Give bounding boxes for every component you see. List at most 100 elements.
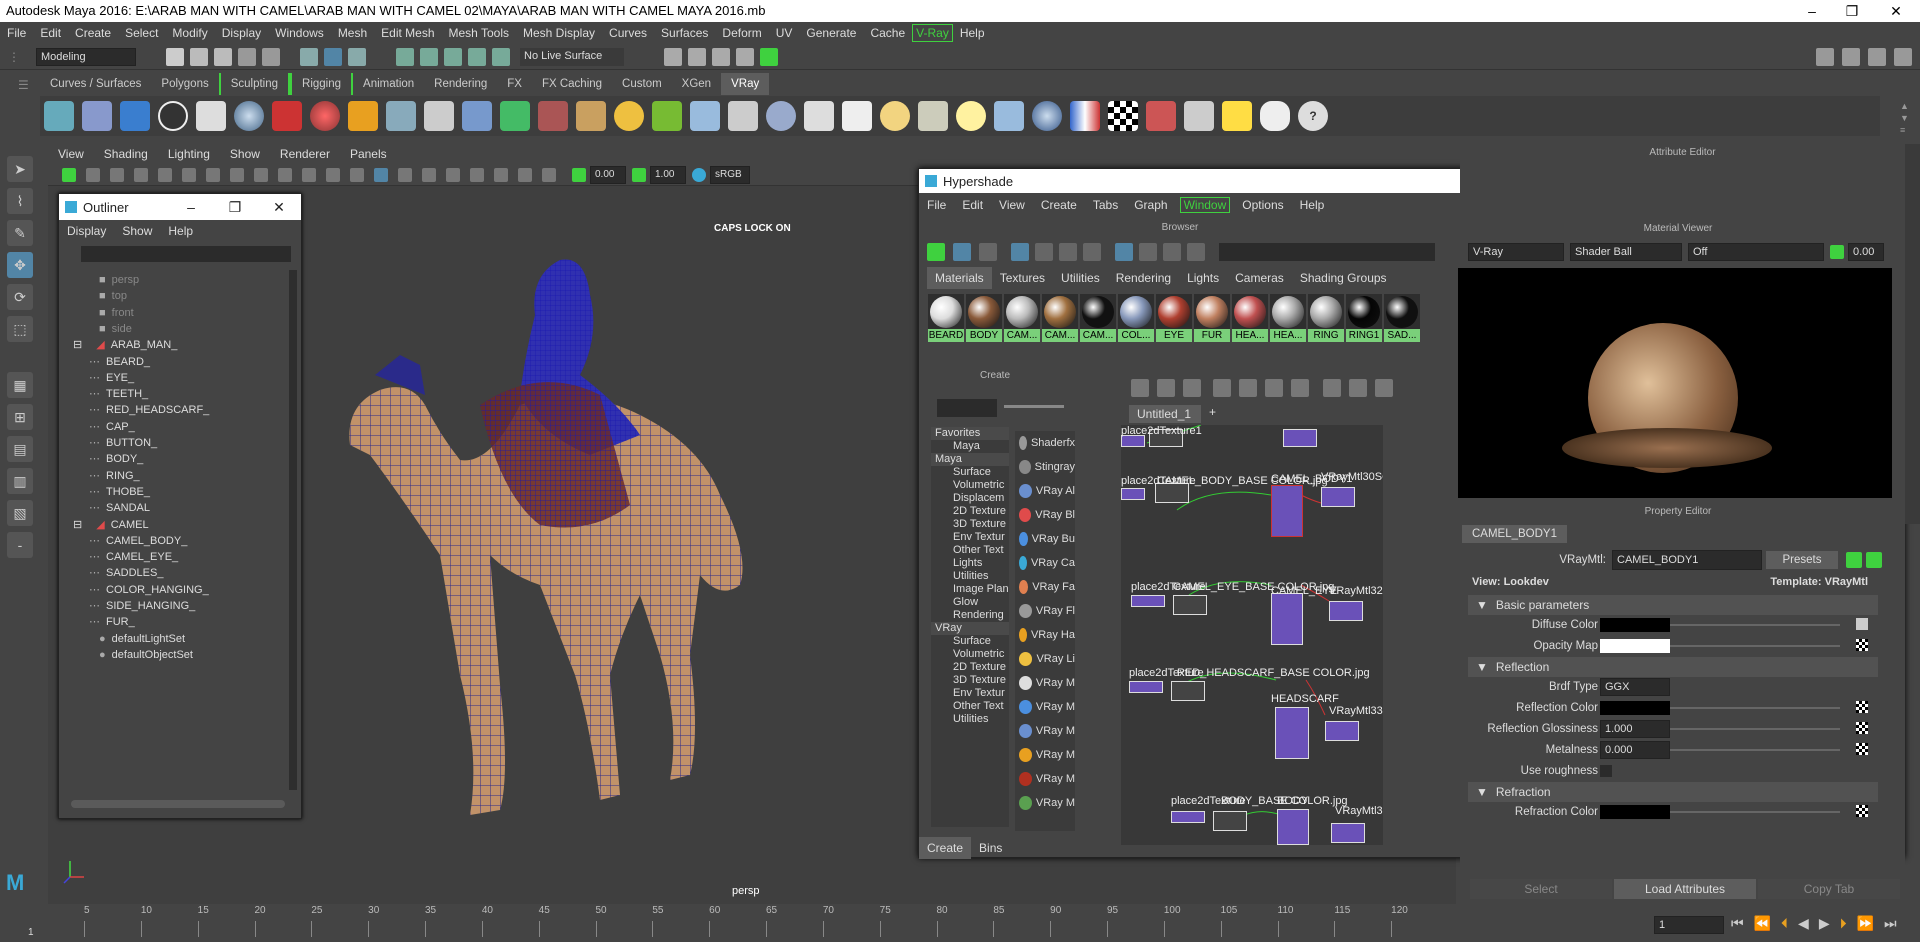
redo-icon[interactable]: [262, 47, 280, 66]
menu-modify[interactable]: Modify: [165, 22, 214, 44]
graph-tab-add[interactable]: +: [1209, 405, 1216, 419]
create-tree-item[interactable]: Env Textur: [931, 687, 1009, 700]
mode-dropdown[interactable]: Modeling: [36, 47, 136, 66]
collapse-icon[interactable]: ⊟: [73, 519, 82, 531]
undo-icon[interactable]: [238, 47, 256, 66]
vray-sphere-light-icon[interactable]: [1032, 101, 1062, 131]
vray-settings-icon[interactable]: [44, 101, 74, 131]
create-tree-item[interactable]: Rendering: [931, 609, 1009, 622]
vray-grass-icon[interactable]: [652, 101, 682, 131]
exposure-icon[interactable]: [572, 167, 586, 182]
xray-icon[interactable]: [542, 167, 556, 182]
browser-tab-materials[interactable]: Materials: [927, 267, 992, 289]
hs-menu-tabs[interactable]: Tabs: [1085, 198, 1126, 212]
mv-exposure-icon[interactable]: [1830, 245, 1844, 259]
hs-menu-help[interactable]: Help: [1292, 198, 1333, 212]
layout-icon[interactable]: [1842, 47, 1860, 66]
graph-frame-icon[interactable]: [1213, 379, 1231, 397]
menu-surfaces[interactable]: Surfaces: [654, 22, 715, 44]
close-button[interactable]: ✕: [1876, 0, 1916, 22]
move-tool-icon[interactable]: ✥: [7, 252, 33, 278]
select-component-icon[interactable]: [348, 47, 366, 66]
panel-icon[interactable]: [1868, 47, 1886, 66]
vray-texture-icon[interactable]: [576, 101, 606, 131]
hs-menu-window[interactable]: Window: [1179, 197, 1231, 213]
bins-tab[interactable]: Bins: [971, 841, 1010, 855]
material-swatch[interactable]: RING: [1308, 294, 1344, 342]
browser-small-icon[interactable]: [1011, 243, 1029, 261]
snap-point-icon[interactable]: [444, 47, 462, 66]
step-forward-icon[interactable]: ⏩: [1857, 915, 1874, 932]
vp-menu-view[interactable]: View: [48, 144, 94, 164]
create-tree-item[interactable]: Volumetric: [931, 648, 1009, 661]
reflection-glossiness-slider[interactable]: [1670, 728, 1840, 730]
camel-model[interactable]: [340, 255, 800, 825]
shader-item[interactable]: VRay Ha: [1015, 623, 1075, 647]
menu-deform[interactable]: Deform: [715, 22, 768, 44]
sort-type-icon[interactable]: [1139, 243, 1157, 261]
browser-xlarge-icon[interactable]: [1083, 243, 1101, 261]
select-object-icon[interactable]: [324, 47, 342, 66]
graph-layout-icon[interactable]: [1239, 379, 1257, 397]
reflection-glossiness-field[interactable]: 1.000: [1600, 720, 1670, 738]
bookmark-icon[interactable]: [110, 167, 124, 182]
shader-item[interactable]: VRay Ca: [1015, 551, 1075, 575]
vray-omni-light-icon[interactable]: [880, 101, 910, 131]
vray-plane-icon[interactable]: [500, 101, 530, 131]
sort-name-icon[interactable]: [1115, 243, 1133, 261]
snap-surface-icon[interactable]: [468, 47, 486, 66]
camera-select-icon[interactable]: [62, 167, 76, 182]
material-swatch[interactable]: CAM...: [1042, 294, 1078, 342]
vray-box-icon[interactable]: [424, 101, 454, 131]
material-swatch[interactable]: HEA...: [1232, 294, 1268, 342]
vray-dome-light-icon[interactable]: [804, 101, 834, 131]
render-settings-icon[interactable]: [712, 47, 730, 66]
outliner-vscroll[interactable]: [289, 270, 297, 790]
shelf-menu-icon[interactable]: ☰: [18, 78, 29, 92]
browser-green-icon[interactable]: [927, 243, 945, 261]
vray-dome-icon[interactable]: [462, 101, 492, 131]
create-size-slider[interactable]: [1004, 405, 1064, 408]
browser-search-input[interactable]: [1219, 243, 1435, 261]
metalness-map-button[interactable]: [1856, 743, 1868, 755]
shelf-tab-custom[interactable]: Custom: [612, 73, 672, 95]
browser-tab-shading-groups[interactable]: Shading Groups: [1292, 271, 1395, 285]
prev-key-icon[interactable]: ⏴: [1781, 915, 1788, 932]
graph-layout-icon[interactable]: ▥: [7, 468, 33, 494]
shader-item[interactable]: VRay M: [1015, 743, 1075, 767]
vray-frame-buffer-icon[interactable]: [1146, 101, 1176, 131]
graph-node-place2[interactable]: [1121, 488, 1145, 500]
shelf-tab-xgen[interactable]: XGen: [672, 73, 721, 95]
ao-icon[interactable]: [470, 167, 484, 182]
play-back-icon[interactable]: ◀: [1798, 915, 1809, 932]
graph-full-icon[interactable]: [1375, 379, 1393, 397]
graph-tab-untitled[interactable]: Untitled_1: [1129, 405, 1201, 423]
graph-node-file4[interactable]: [1171, 681, 1205, 701]
vray-help-icon[interactable]: ?: [1298, 101, 1328, 131]
browser-large-icon[interactable]: [1059, 243, 1077, 261]
graph-node-file3[interactable]: [1173, 595, 1207, 615]
safe-action-icon[interactable]: [278, 167, 292, 182]
create-tree-item[interactable]: Displacem: [931, 492, 1009, 505]
select-tool-icon[interactable]: ➤: [7, 156, 33, 182]
browser-tab-cameras[interactable]: Cameras: [1227, 271, 1292, 285]
shelf-tab-rigging[interactable]: Rigging: [290, 73, 354, 95]
sort-reverse-icon[interactable]: [1187, 243, 1205, 261]
vray-table-icon[interactable]: [1184, 101, 1214, 131]
vraymtl-name-field[interactable]: CAMEL_BODY1: [1612, 550, 1762, 570]
material-swatch[interactable]: FUR: [1194, 294, 1230, 342]
create-tree-item[interactable]: Other Text: [931, 544, 1009, 557]
outliner-maximize-button[interactable]: ❐: [213, 199, 257, 216]
metalness-field[interactable]: 0.000: [1600, 741, 1670, 759]
create-tree-item[interactable]: Favorites: [931, 427, 1009, 440]
outliner-layout-icon[interactable]: ▤: [7, 436, 33, 462]
shader-item[interactable]: Shaderfx: [1015, 431, 1075, 455]
menu-mesh-tools[interactable]: Mesh Tools: [442, 22, 516, 44]
show-icon[interactable]: [1846, 552, 1862, 568]
vray-cloud-icon[interactable]: [1260, 101, 1290, 131]
grid-icon[interactable]: [158, 167, 172, 182]
create-tree-item[interactable]: Other Text: [931, 700, 1009, 713]
shader-item[interactable]: VRay M: [1015, 767, 1075, 791]
shader-item[interactable]: VRay Fl: [1015, 599, 1075, 623]
load-attributes-button[interactable]: Load Attributes: [1614, 879, 1756, 899]
